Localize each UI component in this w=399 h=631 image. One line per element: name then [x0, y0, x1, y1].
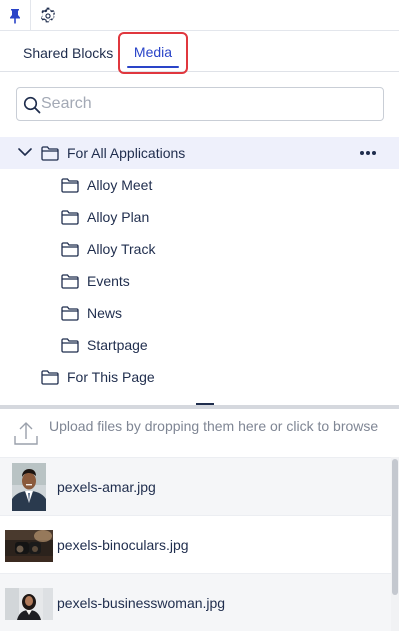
- file-name: pexels-binoculars.jpg: [57, 537, 189, 553]
- media-item-pexels-amar[interactable]: pexels-amar.jpg: [0, 457, 391, 515]
- tree-item-for-this-page[interactable]: For This Page: [0, 361, 399, 393]
- folder-icon: [61, 178, 79, 193]
- tab-media-label: Media: [133, 44, 173, 60]
- chevron-down-icon[interactable]: [18, 147, 32, 157]
- image-thumbnail: [12, 463, 46, 511]
- tree-item-label: Alloy Plan: [87, 209, 150, 225]
- tree-item-alloy-track[interactable]: Alloy Track: [0, 233, 399, 265]
- file-name: pexels-amar.jpg: [57, 479, 156, 495]
- tree-item-label: News: [87, 305, 123, 321]
- tree-item-news[interactable]: News: [0, 297, 399, 329]
- search-box: [16, 87, 384, 121]
- tree-item-for-all-applications[interactable]: For All Applications: [0, 137, 399, 169]
- folder-icon: [61, 338, 79, 353]
- tree-item-alloy-meet[interactable]: Alloy Meet: [0, 169, 399, 201]
- folder-icon: [61, 210, 79, 225]
- pin-button[interactable]: [0, 0, 31, 31]
- upload-icon: [14, 422, 38, 445]
- folder-icon: [41, 370, 59, 385]
- media-file-list: pexels-amar.jpg pexels-binoculars.jpg pe…: [0, 457, 391, 631]
- tree-item-label: For This Page: [67, 369, 155, 385]
- tree-item-label: Alloy Track: [87, 241, 156, 257]
- tree-item-events[interactable]: Events: [0, 265, 399, 297]
- image-thumbnail: [5, 588, 53, 620]
- tree-item-label: Alloy Meet: [87, 177, 153, 193]
- more-options-icon[interactable]: [360, 151, 376, 155]
- folder-icon: [61, 242, 79, 257]
- tab-media[interactable]: Media: [118, 32, 188, 74]
- media-item-pexels-businesswoman[interactable]: pexels-businesswoman.jpg: [0, 573, 391, 631]
- splitter-grip[interactable]: [196, 403, 214, 405]
- search-icon: [23, 96, 41, 114]
- tree-item-alloy-plan[interactable]: Alloy Plan: [0, 201, 399, 233]
- active-tab-indicator: [127, 66, 179, 68]
- tree-item-label: Startpage: [87, 337, 148, 353]
- folder-icon: [41, 146, 59, 161]
- file-list-scrollbar[interactable]: [391, 457, 399, 631]
- tree-item-label: Events: [87, 273, 130, 289]
- upload-instructions: Upload files by dropping them here or cl…: [49, 418, 379, 434]
- settings-button[interactable]: [32, 0, 63, 31]
- image-thumbnail: [5, 530, 53, 562]
- gear-icon: [40, 7, 55, 22]
- folder-icon: [61, 274, 79, 289]
- search-input[interactable]: [41, 92, 371, 116]
- folder-icon: [61, 306, 79, 321]
- tree-item-label: For All Applications: [67, 145, 186, 161]
- tab-bar: Shared Blocks Media: [0, 31, 399, 74]
- file-name: pexels-businesswoman.jpg: [57, 595, 226, 611]
- media-item-pexels-binoculars[interactable]: pexels-binoculars.jpg: [0, 515, 391, 573]
- scrollbar-thumb[interactable]: [392, 459, 398, 595]
- top-toolbar: [0, 0, 399, 31]
- upload-dropzone[interactable]: Upload files by dropping them here or cl…: [0, 409, 399, 457]
- pin-icon: [10, 8, 20, 24]
- tab-shared-blocks[interactable]: Shared Blocks: [23, 31, 113, 71]
- tree-item-startpage[interactable]: Startpage: [0, 329, 399, 361]
